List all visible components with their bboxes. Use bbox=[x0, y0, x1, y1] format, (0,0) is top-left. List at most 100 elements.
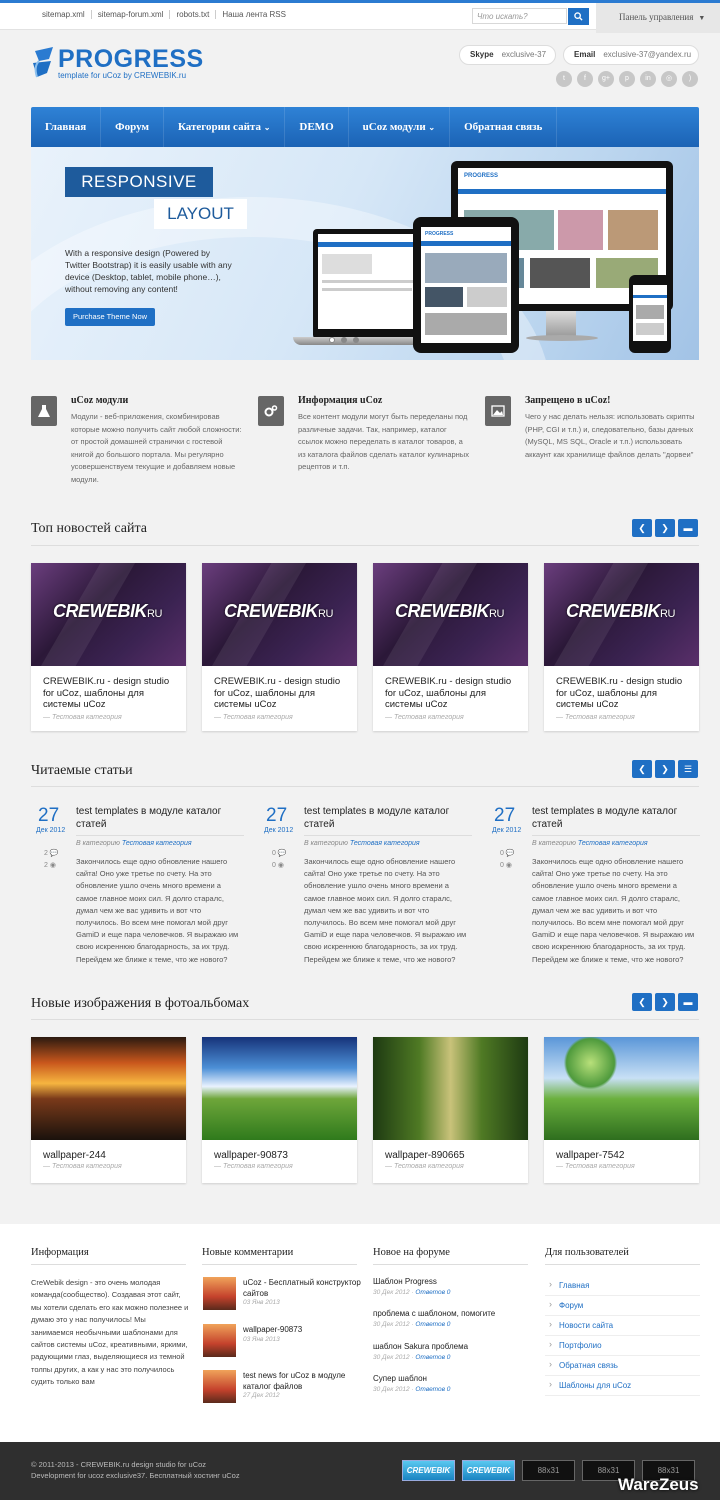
top-links: sitemap.xml sitemap-forum.xml robots.txt… bbox=[36, 10, 292, 19]
search-button[interactable] bbox=[568, 8, 589, 25]
skype-contact[interactable]: Skype exclusive-37 bbox=[459, 45, 556, 65]
twitter-icon[interactable]: t bbox=[556, 71, 572, 87]
hero-text: With a responsive design (Powered by Twi… bbox=[65, 248, 232, 294]
photo-category[interactable]: — Тестовая категория bbox=[544, 1161, 699, 1170]
facebook-icon[interactable]: f bbox=[577, 71, 593, 87]
linkedin-icon[interactable]: in bbox=[640, 71, 656, 87]
logo-icon[interactable] bbox=[31, 47, 57, 80]
planet-landscape-photo[interactable] bbox=[544, 1037, 699, 1140]
news-card-title[interactable]: CREWEBIK.ru - design studio for uCoz, ша… bbox=[202, 666, 357, 711]
search-input[interactable]: Что искать? bbox=[472, 8, 567, 24]
photo-card[interactable]: wallpaper-890665 — Тестовая категория bbox=[373, 1037, 528, 1183]
photo-title[interactable]: wallpaper-90873 bbox=[202, 1140, 357, 1161]
footer-link-forum[interactable]: Форум bbox=[545, 1296, 700, 1316]
control-panel-button[interactable]: Панель управления ▼ bbox=[596, 3, 720, 33]
news-card-title[interactable]: CREWEBIK.ru - design studio for uCoz, ша… bbox=[31, 666, 186, 711]
comment-item[interactable]: wallpaper-90873 03 Янв 2013 bbox=[203, 1324, 363, 1364]
forum-topic-title[interactable]: проблема с шаблоном, помогите bbox=[373, 1309, 533, 1318]
forum-item[interactable]: Супер шаблон 30 Дек 2012 · Ответов 0 bbox=[373, 1374, 533, 1393]
comment-title[interactable]: wallpaper-90873 bbox=[243, 1324, 361, 1335]
forum-item[interactable]: проблема с шаблоном, помогите 30 Дек 201… bbox=[373, 1309, 533, 1328]
nav-item-forum[interactable]: Форум bbox=[101, 107, 164, 147]
crewebik-badge[interactable]: CREWEBIK bbox=[462, 1460, 515, 1481]
email-contact[interactable]: Email exclusive-37@yandex.ru bbox=[563, 45, 699, 65]
comment-title[interactable]: uCoz - Бесплатный конструктор сайтов bbox=[243, 1277, 361, 1299]
news-card-category[interactable]: — Тестовая категория bbox=[373, 711, 528, 721]
nav-item-feedback[interactable]: Обратная связь bbox=[450, 107, 558, 147]
news-card-category[interactable]: — Тестовая категория bbox=[31, 711, 186, 721]
footer-link-portfolio[interactable]: Портфолио bbox=[545, 1336, 700, 1356]
nav-item-ucoz-modules[interactable]: uCoz модули ⌄ bbox=[349, 107, 451, 147]
article-title[interactable]: test templates в модуле каталог статей bbox=[76, 805, 244, 831]
next-button[interactable]: ❯ bbox=[655, 760, 675, 778]
field-photo[interactable] bbox=[202, 1037, 357, 1140]
forum-topic-title[interactable]: Супер шаблон bbox=[373, 1374, 533, 1383]
purchase-button[interactable]: Purchase Theme Now bbox=[65, 308, 155, 326]
photo-category[interactable]: — Тестовая категория bbox=[31, 1161, 186, 1170]
slider-dot[interactable] bbox=[329, 337, 335, 343]
google-plus-icon[interactable]: g+ bbox=[598, 71, 614, 87]
news-card-category[interactable]: — Тестовая категория bbox=[544, 711, 699, 721]
forum-topic-title[interactable]: шаблон Sakura проблема bbox=[373, 1342, 533, 1351]
top-link-robots[interactable]: robots.txt bbox=[170, 10, 217, 19]
news-card-category[interactable]: — Тестовая категория bbox=[202, 711, 357, 721]
forum-item[interactable]: шаблон Sakura проблема 30 Дек 2012 · Отв… bbox=[373, 1342, 533, 1361]
copyright: © 2011-2013 - CREWEBIK.ru design studio … bbox=[31, 1459, 240, 1481]
article-title[interactable]: test templates в модуле каталог статей bbox=[304, 805, 472, 831]
archive-button[interactable]: ▬ bbox=[678, 993, 698, 1011]
slider-dot[interactable] bbox=[353, 337, 359, 343]
photo-card[interactable]: wallpaper-90873 — Тестовая категория bbox=[202, 1037, 357, 1183]
prev-button[interactable]: ❮ bbox=[632, 519, 652, 537]
article-month: Дек 2012 bbox=[492, 827, 522, 834]
nav-item-demo[interactable]: DEMO bbox=[285, 107, 349, 147]
forest-path-photo[interactable] bbox=[373, 1037, 528, 1140]
pinterest-icon[interactable]: p bbox=[619, 71, 635, 87]
slider-dot[interactable] bbox=[341, 337, 347, 343]
top-link-sitemap-forum[interactable]: sitemap-forum.xml bbox=[92, 10, 171, 19]
comment-item[interactable]: test news for uCoz в модуле каталог файл… bbox=[203, 1370, 363, 1410]
next-button[interactable]: ❯ bbox=[655, 993, 675, 1011]
footer-link-feedback[interactable]: Обратная связь bbox=[545, 1356, 700, 1376]
news-card[interactable]: CREWEBIKRU CREWEBIK.ru - design studio f… bbox=[373, 563, 528, 731]
footer-link-news[interactable]: Новости сайта bbox=[545, 1316, 700, 1336]
news-card-title[interactable]: CREWEBIK.ru - design studio for uCoz, ша… bbox=[544, 666, 699, 711]
section-divider bbox=[31, 1019, 699, 1020]
news-card-title[interactable]: CREWEBIK.ru - design studio for uCoz, ша… bbox=[373, 666, 528, 711]
prev-button[interactable]: ❮ bbox=[632, 760, 652, 778]
article-category-link[interactable]: Тестовая категория bbox=[350, 840, 420, 847]
photo-card[interactable]: wallpaper-244 — Тестовая категория bbox=[31, 1037, 186, 1183]
nav-item-categories[interactable]: Категории сайта ⌄ bbox=[164, 107, 286, 147]
footer-link-home[interactable]: Главная bbox=[545, 1276, 700, 1296]
article-category-link[interactable]: Тестовая категория bbox=[122, 840, 192, 847]
crewebik-badge[interactable]: CREWEBIK bbox=[402, 1460, 455, 1481]
sunset-photo[interactable] bbox=[31, 1037, 186, 1140]
counter-badge[interactable]: 88x31 bbox=[522, 1460, 575, 1481]
dribbble-icon[interactable]: ◎ bbox=[661, 71, 677, 87]
list-button[interactable]: ☰ bbox=[678, 760, 698, 778]
photo-title[interactable]: wallpaper-890665 bbox=[373, 1140, 528, 1161]
comment-title[interactable]: test news for uCoz в модуле каталог файл… bbox=[243, 1370, 361, 1392]
top-link-sitemap[interactable]: sitemap.xml bbox=[36, 10, 92, 19]
photo-title[interactable]: wallpaper-7542 bbox=[544, 1140, 699, 1161]
site-title[interactable]: PROGRESS bbox=[58, 45, 204, 74]
next-button[interactable]: ❯ bbox=[655, 519, 675, 537]
photo-category[interactable]: — Тестовая категория bbox=[202, 1161, 357, 1170]
news-card[interactable]: CREWEBIKRU CREWEBIK.ru - design studio f… bbox=[202, 563, 357, 731]
top-link-rss[interactable]: Наша лента RSS bbox=[216, 10, 292, 19]
article-title[interactable]: test templates в модуле каталог статей bbox=[532, 805, 700, 831]
search-icon bbox=[574, 12, 583, 21]
nav-item-home[interactable]: Главная bbox=[31, 107, 102, 147]
forum-item[interactable]: Шаблон Progress 30 Дек 2012 · Ответов 0 bbox=[373, 1277, 533, 1296]
archive-button[interactable]: ▬ bbox=[678, 519, 698, 537]
prev-button[interactable]: ❮ bbox=[632, 993, 652, 1011]
rss-icon[interactable]: ) bbox=[682, 71, 698, 87]
photo-category[interactable]: — Тестовая категория bbox=[373, 1161, 528, 1170]
photo-card[interactable]: wallpaper-7542 — Тестовая категория bbox=[544, 1037, 699, 1183]
news-card[interactable]: CREWEBIKRU CREWEBIK.ru - design studio f… bbox=[31, 563, 186, 731]
footer-link-templates[interactable]: Шаблоны для uCoz bbox=[545, 1376, 700, 1396]
news-card[interactable]: CREWEBIKRU CREWEBIK.ru - design studio f… bbox=[544, 563, 699, 731]
article-category-link[interactable]: Тестовая категория bbox=[578, 840, 648, 847]
comment-item[interactable]: uCoz - Бесплатный конструктор сайтов 03 … bbox=[203, 1277, 363, 1317]
forum-topic-title[interactable]: Шаблон Progress bbox=[373, 1277, 533, 1286]
photo-title[interactable]: wallpaper-244 bbox=[31, 1140, 186, 1161]
